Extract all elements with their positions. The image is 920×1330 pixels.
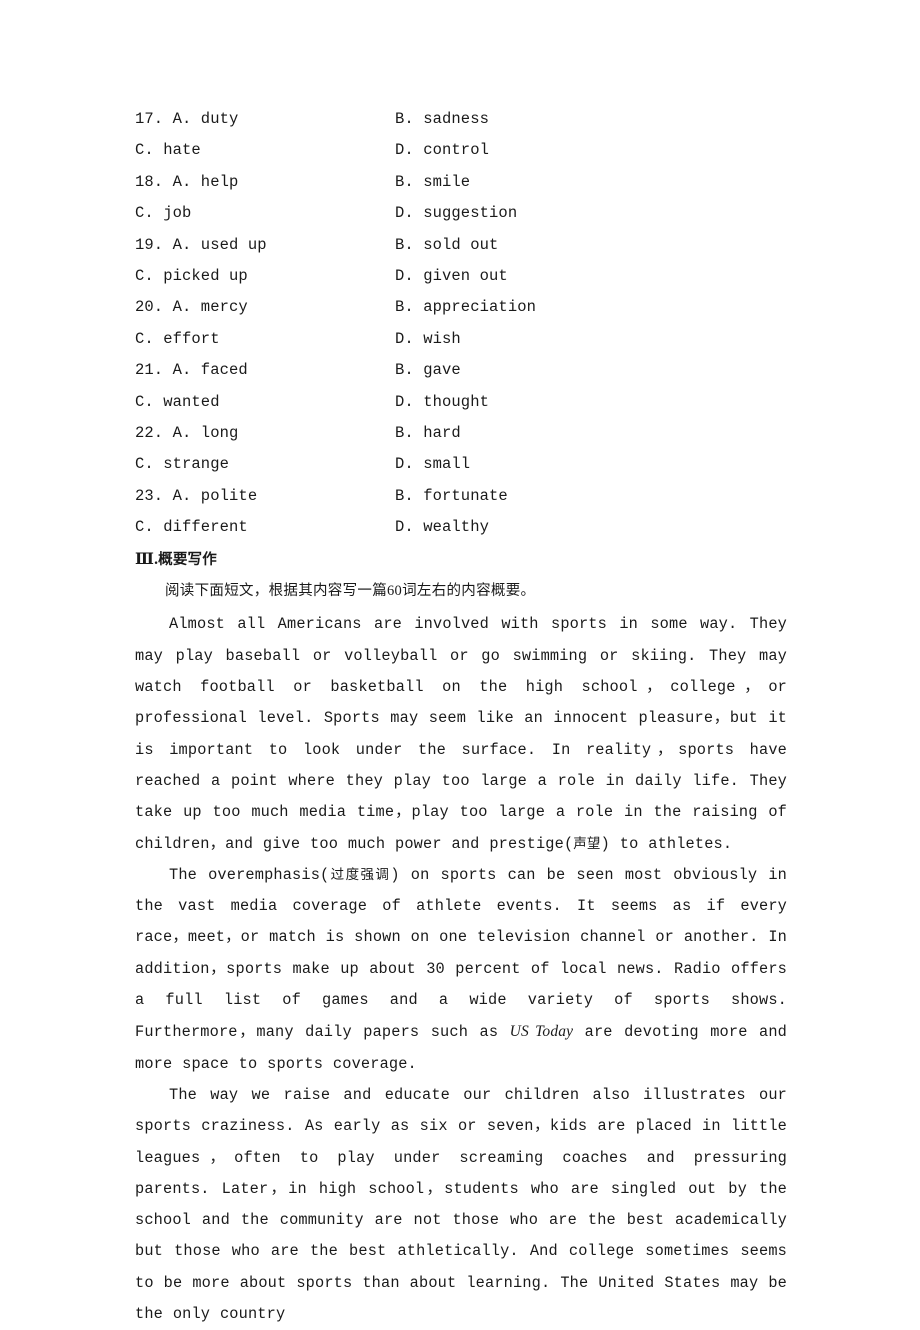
option-d[interactable]: D. control bbox=[395, 135, 489, 166]
paragraph-2-text-b: ) on sports can be seen most obviously i… bbox=[135, 865, 787, 1042]
passage-paragraph-3: The way we raise and educate our childre… bbox=[135, 1080, 787, 1330]
option-b[interactable]: B. sold out bbox=[395, 230, 498, 261]
table-row: 23. A. polite B. fortunate bbox=[135, 481, 787, 512]
option-c[interactable]: C. hate bbox=[135, 135, 201, 166]
paragraph-1-text-a: Almost all Americans are involved with s… bbox=[135, 615, 787, 853]
paragraph-1-chinese-gloss: 声望 bbox=[573, 835, 601, 852]
option-a[interactable]: 21. A. faced bbox=[135, 355, 248, 386]
section-title: 概要写作 bbox=[158, 552, 217, 569]
option-c[interactable]: C. strange bbox=[135, 449, 229, 480]
writing-instruction: 阅读下面短文，根据其内容写一篇60词左右的内容概要。 bbox=[135, 576, 787, 607]
option-c[interactable]: C. picked up bbox=[135, 261, 248, 292]
table-row: C. wanted D. thought bbox=[135, 387, 787, 418]
option-c[interactable]: C. effort bbox=[135, 324, 220, 355]
option-b[interactable]: B. gave bbox=[395, 355, 461, 386]
option-d[interactable]: D. small bbox=[395, 449, 470, 480]
option-b[interactable]: B. smile bbox=[395, 167, 470, 198]
option-c[interactable]: C. different bbox=[135, 512, 248, 543]
option-d[interactable]: D. wealthy bbox=[395, 512, 489, 543]
table-row: 18. A. help B. smile bbox=[135, 167, 787, 198]
option-a[interactable]: 18. A. help bbox=[135, 167, 238, 198]
option-d[interactable]: D. thought bbox=[395, 387, 489, 418]
option-a[interactable]: 19. A. used up bbox=[135, 230, 267, 261]
table-row: C. hate D. control bbox=[135, 135, 787, 166]
option-d[interactable]: D. given out bbox=[395, 261, 508, 292]
section-numeral: Ⅲ. bbox=[135, 551, 159, 569]
option-b[interactable]: B. hard bbox=[395, 418, 461, 449]
option-a[interactable]: 20. A. mercy bbox=[135, 292, 248, 323]
option-a[interactable]: 23. A. polite bbox=[135, 481, 257, 512]
table-row: 22. A. long B. hard bbox=[135, 418, 787, 449]
multiple-choice-list: 17. A. duty B. sadness C. hate D. contro… bbox=[135, 104, 787, 543]
instruction-text-after: 词左右的内容概要。 bbox=[402, 583, 536, 600]
option-c[interactable]: C. wanted bbox=[135, 387, 220, 418]
table-row: 20. A. mercy B. appreciation bbox=[135, 292, 787, 323]
option-d[interactable]: D. wish bbox=[395, 324, 461, 355]
option-d[interactable]: D. suggestion bbox=[395, 198, 517, 229]
option-a[interactable]: 17. A. duty bbox=[135, 104, 238, 135]
passage-paragraph-2: The overemphasis(过度强调) on sports can be … bbox=[135, 860, 787, 1080]
table-row: C. picked up D. given out bbox=[135, 261, 787, 292]
option-a[interactable]: 22. A. long bbox=[135, 418, 238, 449]
paragraph-2-text-a: The overemphasis( bbox=[169, 865, 330, 884]
option-b[interactable]: B. appreciation bbox=[395, 292, 536, 323]
worksheet-page: 17. A. duty B. sadness C. hate D. contro… bbox=[0, 0, 920, 1323]
option-b[interactable]: B. fortunate bbox=[395, 481, 508, 512]
section-heading: Ⅲ.概要写作 bbox=[135, 544, 787, 576]
instruction-word-count: 60 bbox=[387, 583, 403, 600]
table-row: 21. A. faced B. gave bbox=[135, 355, 787, 386]
paragraph-2-chinese-gloss: 过度强调 bbox=[329, 866, 391, 883]
option-b[interactable]: B. sadness bbox=[395, 104, 489, 135]
table-row: 19. A. used up B. sold out bbox=[135, 230, 787, 261]
table-row: C. strange D. small bbox=[135, 449, 787, 480]
instruction-text-before: 阅读下面短文，根据其内容写一篇 bbox=[165, 583, 387, 600]
table-row: C. job D. suggestion bbox=[135, 198, 787, 229]
passage-paragraph-1: Almost all Americans are involved with s… bbox=[135, 609, 787, 859]
paragraph-1-text-b: ) to athletes. bbox=[600, 834, 733, 853]
paragraph-3-text: The way we raise and educate our childre… bbox=[135, 1085, 787, 1323]
paragraph-2-publication-title: US Today bbox=[509, 1023, 574, 1041]
table-row: C. effort D. wish bbox=[135, 324, 787, 355]
table-row: C. different D. wealthy bbox=[135, 512, 787, 543]
table-row: 17. A. duty B. sadness bbox=[135, 104, 787, 135]
option-c[interactable]: C. job bbox=[135, 198, 191, 229]
page-content: 17. A. duty B. sadness C. hate D. contro… bbox=[135, 104, 787, 1330]
